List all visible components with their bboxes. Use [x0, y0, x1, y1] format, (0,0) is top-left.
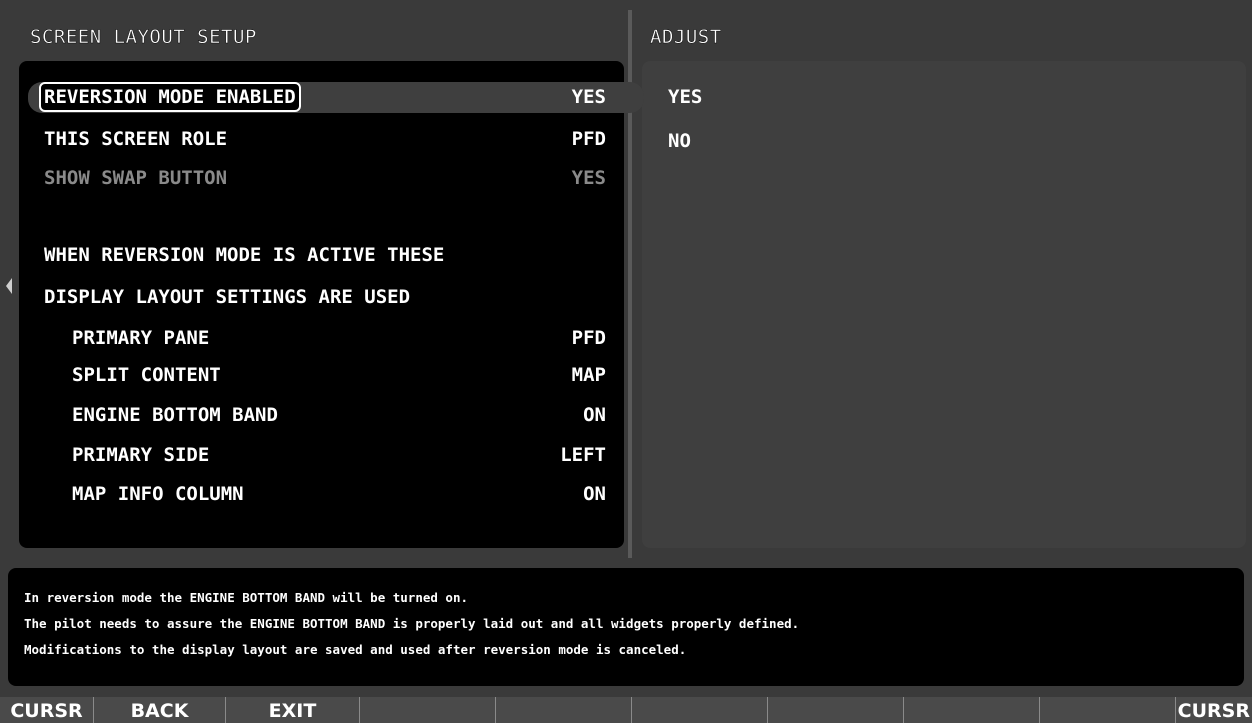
- softkey-8[interactable]: [904, 697, 1040, 723]
- adjust-panel: [642, 61, 1246, 548]
- setting-label: PRIMARY SIDE: [72, 444, 210, 466]
- setting-label: REVERSION MODE ENABLED: [39, 82, 301, 112]
- setting-label: THIS SCREEN ROLE: [44, 128, 228, 150]
- adjust-option-no[interactable]: NO: [668, 123, 691, 159]
- softkey-4[interactable]: [360, 697, 496, 723]
- message-line: In reversion mode the ENGINE BOTTOM BAND…: [24, 590, 469, 605]
- message-line: Modifications to the display layout are …: [24, 642, 687, 657]
- left-title: SCREEN LAYOUT SETUP: [30, 26, 257, 48]
- message-line: The pilot needs to assure the ENGINE BOT…: [24, 616, 800, 631]
- softkey-bar: CURSR BACK EXIT CURSR: [0, 697, 1252, 723]
- softkey-6[interactable]: [632, 697, 768, 723]
- setting-row-reversion-mode[interactable]: REVERSION MODE ENABLED YES: [39, 79, 606, 115]
- setting-label: MAP INFO COLUMN: [72, 483, 244, 505]
- setting-value: PFD: [571, 128, 606, 150]
- setting-value: ON: [583, 483, 606, 505]
- softkey-exit[interactable]: EXIT: [226, 697, 360, 723]
- layout-row-primary-pane[interactable]: PRIMARY PANE PFD: [44, 320, 606, 356]
- setting-value: YES: [571, 86, 606, 108]
- softkey-7[interactable]: [768, 697, 904, 723]
- layout-row-engine-bottom-band[interactable]: ENGINE BOTTOM BAND ON: [44, 397, 606, 433]
- softkey-5[interactable]: [496, 697, 632, 723]
- setting-value: YES: [571, 167, 606, 189]
- setting-value: ON: [583, 404, 606, 426]
- softkey-cursr-right[interactable]: CURSR: [1176, 697, 1252, 723]
- softkey-back[interactable]: BACK: [94, 697, 226, 723]
- setting-label: SPLIT CONTENT: [72, 364, 221, 386]
- setting-row-show-swap-button: SHOW SWAP BUTTON YES: [44, 160, 606, 196]
- reversion-note-line-2: DISPLAY LAYOUT SETTINGS ARE USED: [44, 286, 411, 308]
- softkey-9[interactable]: [1040, 697, 1176, 723]
- setting-value: LEFT: [560, 444, 606, 466]
- adjust-option-yes[interactable]: YES: [668, 79, 702, 115]
- setting-row-screen-role[interactable]: THIS SCREEN ROLE PFD: [44, 121, 606, 157]
- reversion-note-line-1: WHEN REVERSION MODE IS ACTIVE THESE: [44, 244, 445, 266]
- message-panel: In reversion mode the ENGINE BOTTOM BAND…: [8, 568, 1244, 686]
- left-arrow-icon[interactable]: [6, 278, 12, 294]
- layout-row-map-info-column[interactable]: MAP INFO COLUMN ON: [44, 476, 606, 512]
- softkey-cursr-left[interactable]: CURSR: [0, 697, 94, 723]
- setting-label: PRIMARY PANE: [72, 327, 210, 349]
- layout-row-split-content[interactable]: SPLIT CONTENT MAP: [44, 357, 606, 393]
- right-title: ADJUST: [650, 26, 722, 48]
- setting-label: SHOW SWAP BUTTON: [44, 167, 228, 189]
- selection-connector: [600, 82, 644, 113]
- setting-value: PFD: [571, 327, 606, 349]
- setting-label: ENGINE BOTTOM BAND: [72, 404, 278, 426]
- layout-row-primary-side[interactable]: PRIMARY SIDE LEFT: [44, 437, 606, 473]
- setting-value: MAP: [571, 364, 606, 386]
